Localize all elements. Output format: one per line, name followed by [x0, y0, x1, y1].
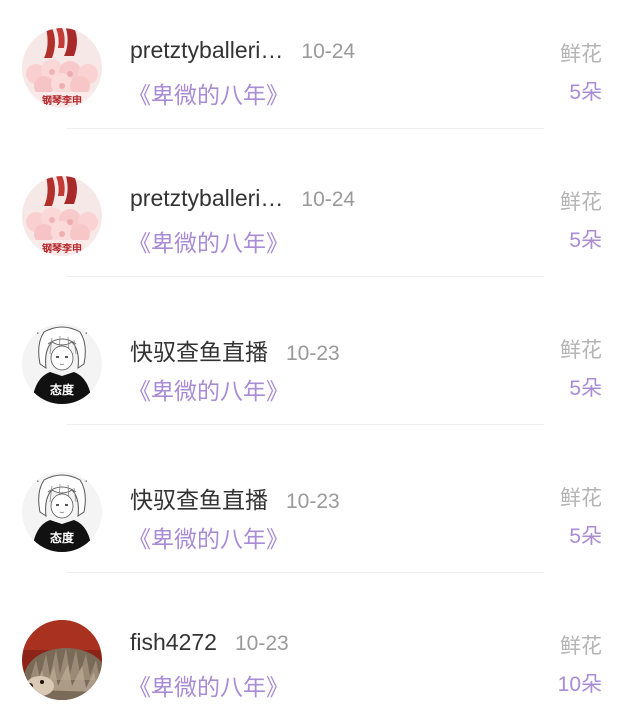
gift-record-row[interactable]: 钢琴李申 pretztyballeri… 10-24 《卑微的八年》 鲜花 5朵 [0, 0, 640, 148]
gift-type-label: 鲜花 [560, 635, 602, 658]
gift-count: 5朵 [569, 525, 602, 548]
user-avatar[interactable]: 钢琴李申 [22, 176, 102, 256]
username[interactable]: 快驭查鱼直播 [130, 333, 268, 367]
row-divider [66, 128, 544, 129]
user-avatar[interactable] [22, 620, 102, 700]
svg-text:态度: 态度 [50, 530, 75, 545]
gift-type-label: 鲜花 [560, 339, 602, 362]
gift-type-label: 鲜花 [560, 191, 602, 214]
gift-date: 10-24 [301, 188, 356, 211]
gift-record-row[interactable]: fish4272 10-23 《卑微的八年》 鲜花 10朵 [0, 592, 640, 709]
book-title[interactable]: 《卑微的八年》 [128, 668, 289, 702]
username[interactable]: pretztyballeri… [130, 37, 283, 64]
pink-roses-avatar-icon: 钢琴李申 [22, 28, 102, 108]
anime-girl-avatar-icon: 态度 [22, 472, 102, 552]
gift-record-row[interactable]: 态度 快驭查鱼直播 10-23 《卑微的八年》 鲜花 5朵 [0, 296, 640, 444]
book-title[interactable]: 《卑微的八年》 [128, 76, 289, 110]
username[interactable]: pretztyballeri… [130, 185, 283, 212]
row-divider [66, 572, 544, 573]
gift-type-label: 鲜花 [560, 43, 602, 66]
gift-count: 10朵 [557, 673, 602, 696]
hedgehog-avatar-icon [22, 620, 102, 700]
gift-records-list: 钢琴李申 pretztyballeri… 10-24 《卑微的八年》 鲜花 5朵 [0, 0, 640, 709]
anime-girl-avatar-icon: 态度 [22, 324, 102, 404]
gift-type-label: 鲜花 [560, 487, 602, 510]
row-divider [66, 424, 544, 425]
gift-record-row[interactable]: 钢琴李申 pretztyballeri… 10-24 《卑微的八年》 鲜花 5朵 [0, 148, 640, 296]
user-avatar[interactable]: 钢琴李申 [22, 28, 102, 108]
gift-count: 5朵 [569, 81, 602, 104]
user-avatar[interactable]: 态度 [22, 472, 102, 552]
username[interactable]: fish4272 [130, 629, 217, 656]
book-title[interactable]: 《卑微的八年》 [128, 372, 289, 406]
row-divider [66, 276, 544, 277]
user-avatar[interactable]: 态度 [22, 324, 102, 404]
svg-text:态度: 态度 [50, 382, 75, 397]
gift-date: 10-24 [301, 40, 356, 63]
username[interactable]: 快驭查鱼直播 [130, 481, 268, 515]
svg-text:钢琴李申: 钢琴李申 [42, 242, 82, 255]
book-title[interactable]: 《卑微的八年》 [128, 224, 289, 258]
gift-count: 5朵 [569, 229, 602, 252]
gift-record-row[interactable]: 态度 快驭查鱼直播 10-23 《卑微的八年》 鲜花 5朵 [0, 444, 640, 592]
gift-date: 10-23 [286, 342, 340, 365]
svg-text:钢琴李申: 钢琴李申 [42, 94, 82, 107]
gift-date: 10-23 [286, 490, 340, 513]
book-title[interactable]: 《卑微的八年》 [128, 520, 289, 554]
gift-date: 10-23 [234, 632, 289, 655]
pink-roses-avatar-icon: 钢琴李申 [22, 176, 102, 256]
gift-count: 5朵 [569, 377, 602, 400]
